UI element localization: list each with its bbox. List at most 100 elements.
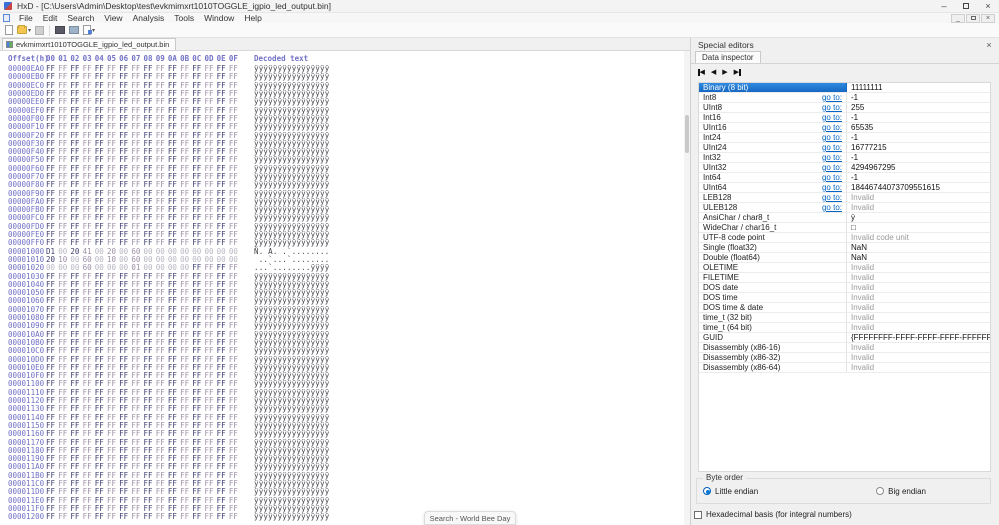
inspector-value-cell[interactable]: Invalid [847,353,990,362]
inspector-row[interactable]: UInt8go to:255 [699,103,990,113]
inspector-row[interactable]: ULEB128go to:Invalid [699,203,990,213]
inspector-type-cell[interactable]: DOS time [699,293,847,302]
hex-byte[interactable]: FF [144,430,156,438]
last-byte-button[interactable]: ▶ [734,68,741,76]
hex-byte[interactable]: FF [131,430,143,438]
inspector-value-cell[interactable]: -1 [847,153,990,162]
hex-byte[interactable]: FF [180,513,192,521]
inspector-type-cell[interactable]: ULEB128go to: [699,203,847,212]
goto-link[interactable]: go to: [822,93,842,102]
goto-link[interactable]: go to: [822,173,842,182]
inspector-row[interactable]: Int24go to:-1 [699,133,990,143]
inspector-value-cell[interactable]: Invalid [847,343,990,352]
menu-item-file[interactable]: File [14,13,38,23]
goto-link[interactable]: go to: [822,143,842,152]
hex-byte[interactable]: FF [70,430,82,438]
menu-item-help[interactable]: Help [239,13,266,23]
inspector-value-cell[interactable]: Invalid [847,303,990,312]
menu-item-search[interactable]: Search [62,13,99,23]
inspector-row[interactable]: LEB128go to:Invalid [699,193,990,203]
inspector-value-cell[interactable]: 65535 [847,123,990,132]
inspector-type-cell[interactable]: OLETIME [699,263,847,272]
inspector-value-cell[interactable]: Invalid [847,193,990,202]
inspector-row[interactable]: DOS timeInvalid [699,293,990,303]
goto-link[interactable]: go to: [822,203,842,212]
next-byte-button[interactable]: ▶ [722,68,727,76]
hex-byte[interactable]: FF [229,430,241,438]
inspector-row[interactable]: time_t (64 bit)Invalid [699,323,990,333]
taskbar-search-button[interactable]: Search - World Bee Day [424,511,516,525]
goto-link[interactable]: go to: [822,183,842,192]
inspector-value-cell[interactable]: {FFFFFFFF-FFFF-FFFF-FFFF-FFFFFFFFFFFF} [847,333,991,342]
inspector-type-cell[interactable]: Int32go to: [699,153,847,162]
hex-byte[interactable]: FF [229,513,241,521]
inspector-value-cell[interactable]: -1 [847,113,990,122]
inspector-value-cell[interactable]: Invalid [847,283,990,292]
inspector-type-cell[interactable]: UInt8go to: [699,103,847,112]
mdi-restore-button[interactable] [966,14,980,23]
open-disk-button[interactable] [53,24,67,37]
goto-link[interactable]: go to: [822,123,842,132]
first-byte-button[interactable]: ◀ [698,68,705,76]
menu-item-view[interactable]: View [99,13,127,23]
inspector-type-cell[interactable]: LEB128go to: [699,193,847,202]
inspector-type-cell[interactable]: Disassembly (x86-64) [699,363,847,372]
hex-byte[interactable]: FF [46,430,58,438]
close-button[interactable]: × [977,0,999,12]
goto-link[interactable]: go to: [822,133,842,142]
inspector-type-cell[interactable]: Single (float32) [699,243,847,252]
inspector-row[interactable]: Double (float64)NaN [699,253,990,263]
inspector-value-cell[interactable]: □ [847,223,990,232]
inspector-value-cell[interactable]: Invalid [847,273,990,282]
goto-link[interactable]: go to: [822,163,842,172]
hex-byte[interactable]: FF [95,430,107,438]
hex-byte[interactable]: FF [131,513,143,521]
inspector-row[interactable]: OLETIMEInvalid [699,263,990,273]
hex-byte[interactable]: FF [168,513,180,521]
inspector-value-cell[interactable]: Invalid [847,363,990,372]
hex-byte[interactable]: FF [204,513,216,521]
inspector-row[interactable]: Disassembly (x86-32)Invalid [699,353,990,363]
hex-byte[interactable]: FF [58,513,70,521]
inspector-value-cell[interactable]: Invalid [847,293,990,302]
inspector-type-cell[interactable]: WideChar / char16_t [699,223,847,232]
hex-byte[interactable]: FF [107,430,119,438]
inspector-value-cell[interactable]: -1 [847,133,990,142]
hex-byte[interactable]: FF [70,513,82,521]
inspector-type-cell[interactable]: FILETIME [699,273,847,282]
inspector-value-cell[interactable]: Invalid [847,203,990,212]
inspector-row[interactable]: UInt32go to:4294967295 [699,163,990,173]
inspector-type-cell[interactable]: UTF-8 code point [699,233,847,242]
inspector-type-cell[interactable]: AnsiChar / char8_t [699,213,847,222]
menu-item-tools[interactable]: Tools [169,13,199,23]
minimize-button[interactable]: – [933,0,955,12]
previous-byte-button[interactable]: ◀ [711,68,716,76]
inspector-type-cell[interactable]: DOS date [699,283,847,292]
tab-data-inspector[interactable]: Data inspector [695,51,761,63]
decoded-text[interactable]: ÿÿÿÿÿÿÿÿÿÿÿÿÿÿÿÿ [254,513,329,521]
hex-byte[interactable]: FF [46,513,58,521]
inspector-row[interactable]: WideChar / char16_t□ [699,223,990,233]
inspector-value-cell[interactable]: 18446744073709551615 [847,183,990,192]
goto-link[interactable]: go to: [822,103,842,112]
inspector-row[interactable]: FILETIMEInvalid [699,273,990,283]
radio-little-endian[interactable]: Little endian [703,487,758,496]
hex-byte[interactable]: FF [180,430,192,438]
hex-basis-option[interactable]: Hexadecimal basis (for integral numbers) [694,510,852,519]
inspector-value-cell[interactable]: 4294967295 [847,163,990,172]
inspector-value-cell[interactable]: 11111111 [847,83,990,92]
inspector-row[interactable]: Int32go to:-1 [699,153,990,163]
menu-item-analysis[interactable]: Analysis [128,13,170,23]
inspector-value-cell[interactable]: Invalid [847,313,990,322]
inspector-type-cell[interactable]: Int24go to: [699,133,847,142]
hex-byte[interactable]: FF [107,513,119,521]
decoded-text[interactable]: ÿÿÿÿÿÿÿÿÿÿÿÿÿÿÿÿ [254,430,329,438]
inspector-row[interactable]: Int8go to:-1 [699,93,990,103]
mdi-minimize-button[interactable]: _ [951,14,965,23]
hex-byte[interactable]: FF [119,513,131,521]
goto-link[interactable]: go to: [822,113,842,122]
inspector-type-cell[interactable]: Binary (8 bit) [699,83,847,92]
inspector-value-cell[interactable]: -1 [847,93,990,102]
new-file-button[interactable] [3,24,15,37]
inspector-row[interactable]: Single (float32)NaN [699,243,990,253]
